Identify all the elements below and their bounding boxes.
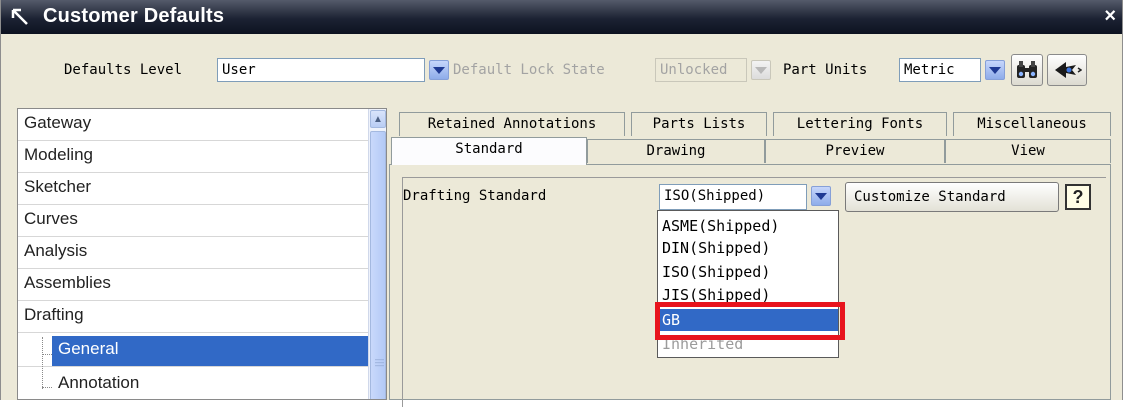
annotation-highlight-box (655, 302, 845, 340)
find-button[interactable] (1011, 54, 1043, 86)
tree-scrollbar[interactable]: ▲ — — — (368, 109, 386, 399)
window-title: Customer Defaults (43, 5, 225, 27)
title-bar[interactable]: Customer Defaults × (1, 0, 1122, 34)
tab-miscellaneous[interactable]: Miscellaneous (953, 112, 1111, 136)
chevron-down-icon (433, 66, 445, 74)
tree-item-modeling[interactable]: Modeling (18, 141, 370, 173)
customize-standard-button[interactable]: Customize Standard (845, 182, 1059, 212)
options-bar: Defaults Level User Default Lock State U… (1, 34, 1122, 114)
lock-state-dropdown-button (751, 60, 771, 80)
tree-item-sketcher[interactable]: Sketcher (18, 173, 370, 205)
tree-connector (42, 387, 52, 388)
scroll-up-icon[interactable]: ▲ (370, 110, 386, 128)
part-units-dropdown-button[interactable] (985, 60, 1005, 80)
drafting-standard-select[interactable]: ISO(Shipped) (659, 184, 807, 210)
lock-state-label: Default Lock State (453, 62, 605, 78)
category-tree: Gateway Modeling Sketcher Curves Analysi… (17, 108, 387, 400)
chevron-down-icon (989, 66, 1001, 74)
binoculars-icon (1017, 61, 1037, 78)
option-iso[interactable]: ISO(Shipped) (658, 261, 838, 283)
tree-item-drafting[interactable]: Drafting (18, 301, 370, 333)
part-units-select[interactable]: Metric (899, 58, 981, 82)
tab-view[interactable]: View (945, 139, 1111, 163)
tab-lettering-fonts[interactable]: Lettering Fonts (773, 112, 947, 136)
tab-drawing[interactable]: Drawing (587, 139, 765, 163)
tab-preview[interactable]: Preview (765, 139, 945, 163)
tab-standard[interactable]: Standard (391, 137, 587, 165)
tree-item-assemblies[interactable]: Assemblies (18, 269, 370, 301)
drafting-standard-dropdown-button[interactable] (811, 186, 831, 206)
arrow-wizard-icon (1055, 62, 1082, 78)
tree-item-analysis[interactable]: Analysis (18, 237, 370, 269)
grip-icon: — — — (375, 354, 384, 370)
drafting-standard-label: Drafting Standard (403, 188, 547, 204)
lock-state-select: Unlocked (655, 58, 747, 82)
tree-connector (42, 354, 52, 355)
part-units-label: Part Units (783, 62, 868, 78)
wizard-button[interactable] (1047, 54, 1087, 86)
close-icon[interactable]: × (1104, 5, 1116, 28)
tab-retained-annotations[interactable]: Retained Annotations (399, 112, 625, 136)
tab-parts-lists[interactable]: Parts Lists (631, 112, 767, 136)
chevron-down-icon (755, 66, 767, 74)
customer-defaults-window: Customer Defaults × Defaults Level User … (0, 0, 1123, 407)
tree-connector (42, 337, 43, 389)
defaults-level-dropdown-button[interactable] (429, 60, 449, 80)
defaults-level-select[interactable]: User (217, 58, 425, 82)
chevron-down-icon (815, 192, 827, 200)
option-din[interactable]: DIN(Shipped) (658, 237, 838, 259)
app-arrow-icon (11, 8, 28, 25)
tree-item-general[interactable]: General (18, 335, 370, 367)
scrollbar-thumb[interactable]: — — — (370, 131, 386, 399)
option-asme[interactable]: ASME(Shipped) (658, 215, 838, 237)
tree-item-gateway[interactable]: Gateway (18, 109, 370, 141)
help-icon[interactable]: ? (1065, 184, 1091, 210)
defaults-level-label: Defaults Level (64, 62, 183, 78)
tree-item-curves[interactable]: Curves (18, 205, 370, 237)
tree-item-annotation[interactable]: Annotation (18, 369, 370, 399)
